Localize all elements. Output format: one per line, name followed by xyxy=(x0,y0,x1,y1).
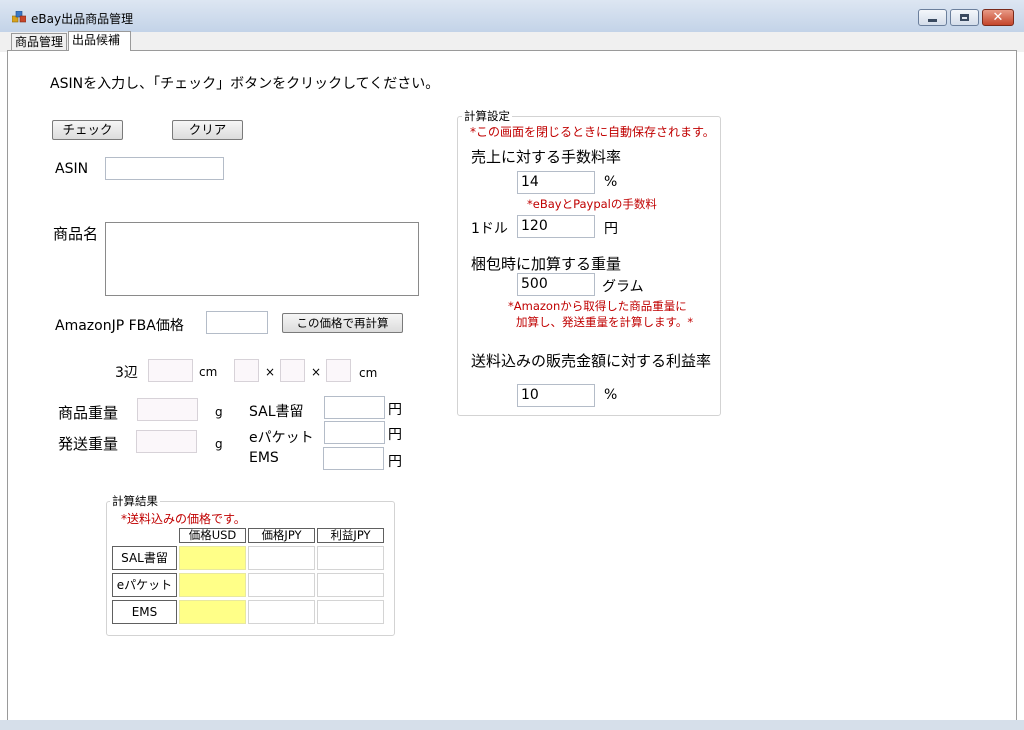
result-ems-usd[interactable] xyxy=(179,600,246,624)
dimension-2-input[interactable] xyxy=(234,359,259,382)
epacket-label: eパケット xyxy=(249,430,314,446)
product-name-label: 商品名 xyxy=(53,225,99,243)
packing-weight-unit: グラム xyxy=(602,279,644,295)
sal-shipping-input[interactable] xyxy=(324,396,385,419)
asin-input[interactable] xyxy=(105,157,224,180)
shipping-weight-input[interactable] xyxy=(136,430,197,453)
maximize-icon xyxy=(960,14,969,21)
settings-group-title: 計算設定 xyxy=(462,108,512,124)
result-ems-jpy[interactable] xyxy=(248,600,315,624)
sal-unit: 円 xyxy=(388,402,402,418)
minimize-icon xyxy=(928,19,937,22)
result-epacket-usd[interactable] xyxy=(179,573,246,597)
epacket-shipping-input[interactable] xyxy=(324,421,385,444)
shipping-weight-label: 発送重量 xyxy=(58,435,119,453)
result-sal-jpy[interactable] xyxy=(248,546,315,570)
fba-price-label: AmazonJP FBA価格 xyxy=(55,318,184,334)
tab-product-management[interactable]: 商品管理 xyxy=(11,33,67,50)
product-weight-label: 商品重量 xyxy=(58,404,119,422)
dimensions-label: 3辺 xyxy=(115,365,138,381)
times-symbol: × xyxy=(311,365,322,379)
result-epacket-profit[interactable] xyxy=(317,573,384,597)
row-label-epacket: eパケット xyxy=(112,573,177,597)
fee-rate-label: 売上に対する手数料率 xyxy=(471,148,622,166)
packing-note-line1: *Amazonから取得した商品重量に xyxy=(508,299,687,313)
fee-rate-unit: % xyxy=(604,174,618,190)
packing-weight-input[interactable]: 500 xyxy=(517,273,595,296)
product-weight-unit: g xyxy=(215,405,223,419)
app-icon xyxy=(11,10,27,23)
ems-unit: 円 xyxy=(388,454,402,470)
column-header-profit: 利益JPY xyxy=(317,528,384,543)
packing-weight-label: 梱包時に加算する重量 xyxy=(471,255,622,273)
row-label-sal: SAL書留 xyxy=(112,546,177,570)
result-ems-profit[interactable] xyxy=(317,600,384,624)
row-label-ems: EMS xyxy=(112,600,177,624)
dimension-4-input[interactable] xyxy=(326,359,351,382)
shipping-weight-unit: g xyxy=(215,437,223,451)
dimension-unit-cm: cm xyxy=(359,366,378,380)
instruction-text: ASINを入力し、「チェック」ボタンをクリックしてください。 xyxy=(50,76,440,92)
ems-label: EMS xyxy=(249,450,279,466)
dimension-1-input[interactable] xyxy=(148,359,193,382)
results-group-title: 計算結果 xyxy=(110,493,160,509)
profit-rate-label: 送料込みの販売金額に対する利益率 xyxy=(471,352,712,370)
times-symbol: × xyxy=(265,365,276,379)
tab-strip xyxy=(0,32,1024,52)
column-header-usd: 価格USD xyxy=(179,528,246,543)
maximize-button[interactable] xyxy=(950,9,979,26)
column-header-jpy: 価格JPY xyxy=(248,528,315,543)
ems-shipping-input[interactable] xyxy=(323,447,384,470)
dollar-rate-label: 1ドル xyxy=(471,221,508,237)
result-epacket-jpy[interactable] xyxy=(248,573,315,597)
dollar-rate-input[interactable]: 120 xyxy=(517,215,595,238)
asin-label: ASIN xyxy=(55,161,89,177)
result-sal-usd[interactable] xyxy=(179,546,246,570)
window-title: eBay出品商品管理 xyxy=(31,12,134,26)
epacket-unit: 円 xyxy=(388,427,402,443)
result-sal-profit[interactable] xyxy=(317,546,384,570)
dollar-rate-unit: 円 xyxy=(604,221,618,237)
fee-note: *eBayとPaypalの手数料 xyxy=(527,197,657,211)
fee-rate-input[interactable]: 14 xyxy=(517,171,595,194)
clear-button[interactable]: クリア xyxy=(172,120,243,140)
autosave-note: *この画面を閉じるときに自動保存されます。 xyxy=(470,125,715,139)
sal-label: SAL書留 xyxy=(249,404,304,420)
packing-note-line2: 加算し、発送重量を計算します。* xyxy=(516,315,694,329)
recalculate-button[interactable]: この価格で再計算 xyxy=(282,313,403,333)
product-weight-input[interactable] xyxy=(137,398,198,421)
tab-listing-candidates[interactable]: 出品候補 xyxy=(68,31,131,51)
dimension-unit-cm: cm xyxy=(199,365,218,379)
product-name-textarea[interactable] xyxy=(105,222,419,296)
close-button[interactable]: ✕ xyxy=(982,9,1014,26)
window-bottom-border xyxy=(0,720,1024,730)
minimize-button[interactable] xyxy=(918,9,947,26)
profit-rate-unit: % xyxy=(604,387,618,403)
dimension-3-input[interactable] xyxy=(280,359,305,382)
fba-price-input[interactable] xyxy=(206,311,268,334)
close-icon: ✕ xyxy=(992,10,1004,25)
results-note: *送料込みの価格です。 xyxy=(121,512,246,526)
title-bar[interactable] xyxy=(0,0,1024,33)
profit-rate-input[interactable]: 10 xyxy=(517,384,595,407)
check-button[interactable]: チェック xyxy=(52,120,123,140)
